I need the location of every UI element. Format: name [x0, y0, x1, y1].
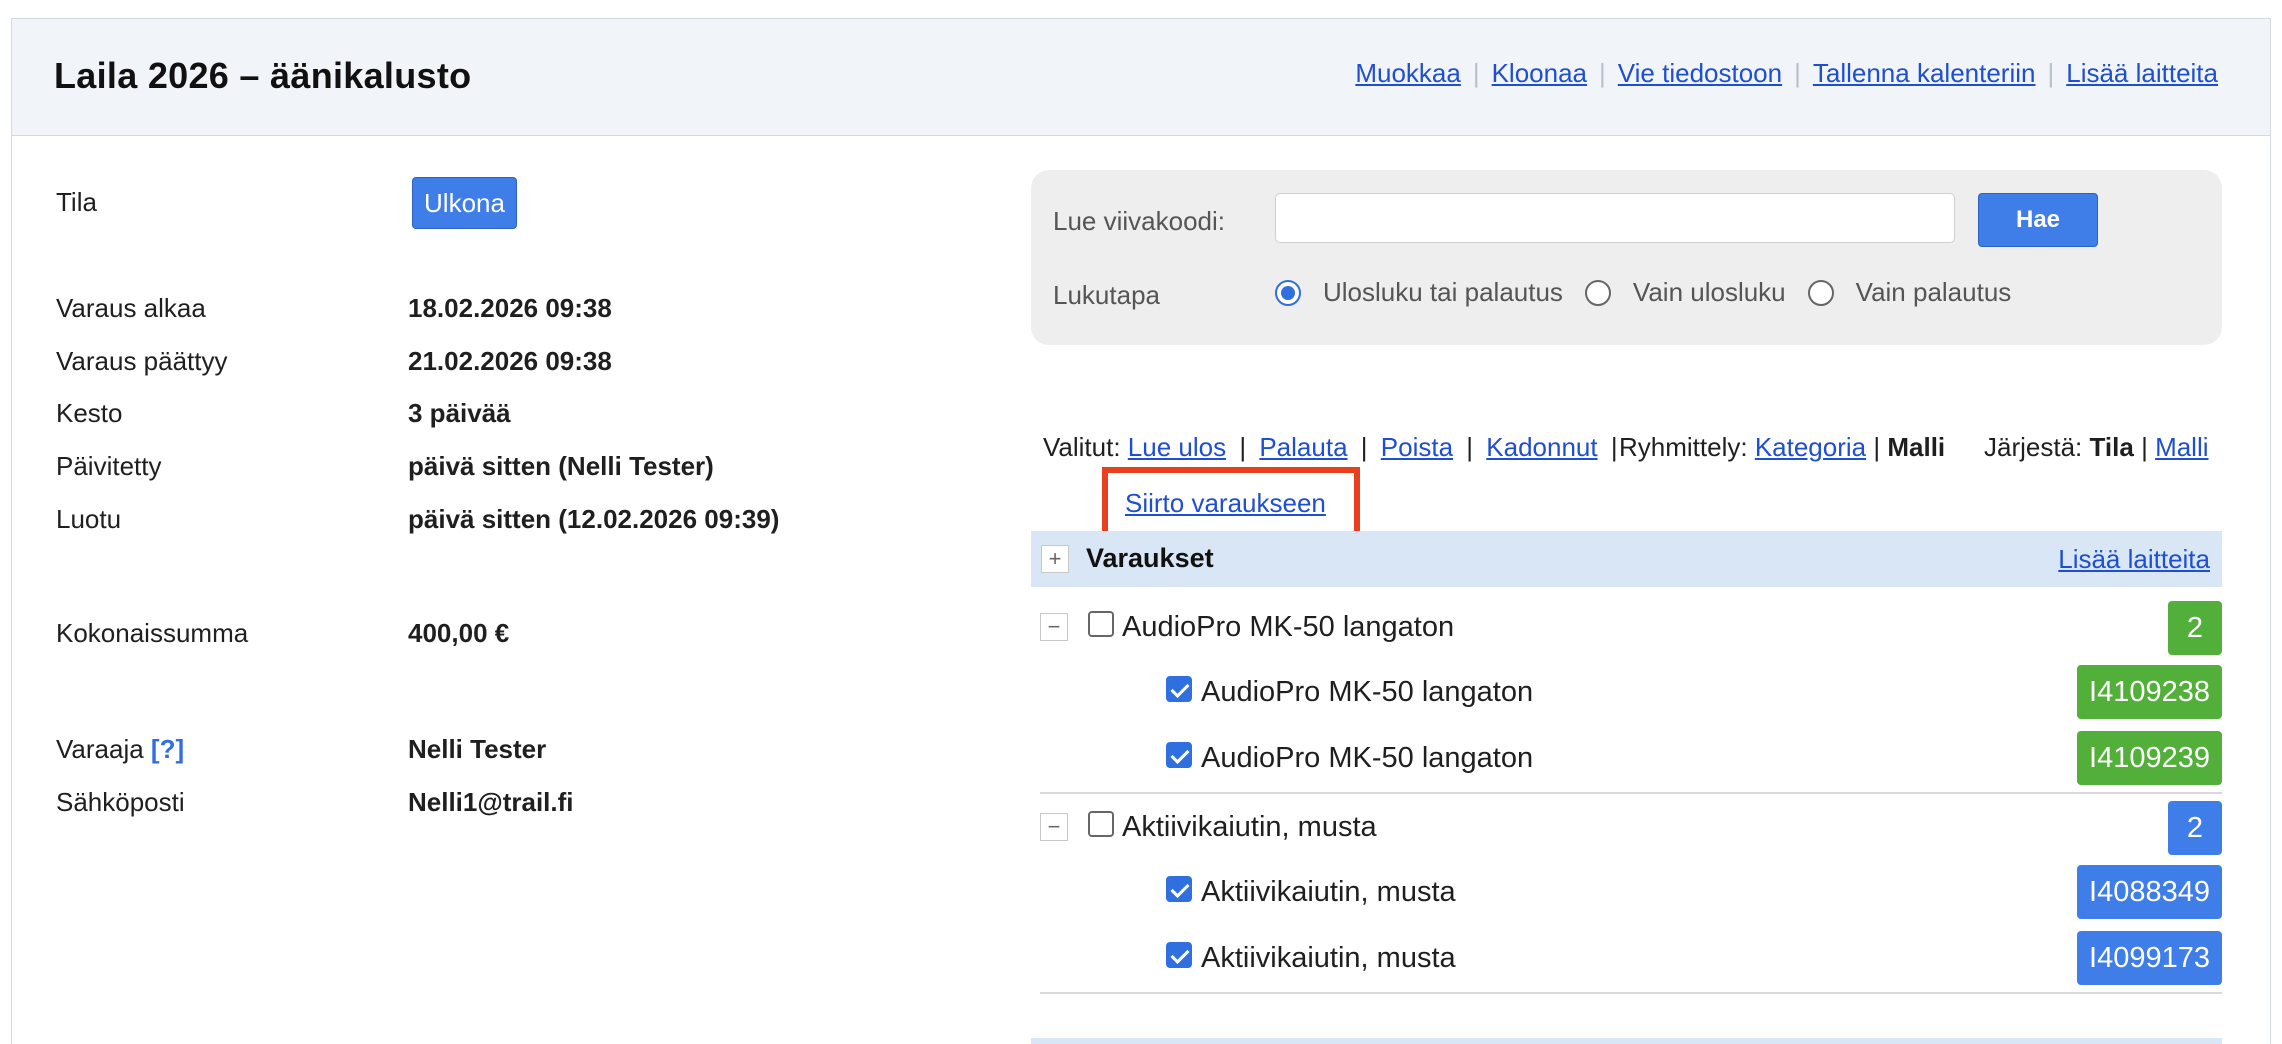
group-by-model-active: Malli: [1887, 432, 1946, 462]
email-label: Sähköposti: [56, 787, 185, 817]
email-value: Nelli1@trail.fi: [408, 787, 574, 817]
item-name: AudioPro MK-50 langaton: [1201, 742, 1534, 774]
updated-label: Päivitetty: [56, 451, 162, 481]
status-label: Tila: [56, 187, 97, 217]
transfer-to-reservation-link[interactable]: Siirto varaukseen: [1125, 488, 1326, 519]
selected-actions: Valitut: Lue ulos | Palauta | Poista | K…: [1043, 432, 1624, 463]
group-row: − Aktiivikaiutin, musta 2: [1040, 794, 2222, 860]
collapse-icon[interactable]: −: [1040, 613, 1068, 641]
checkout-link[interactable]: Lue ulos: [1128, 432, 1226, 462]
collapse-icon[interactable]: −: [1040, 813, 1068, 841]
expand-all-icon[interactable]: +: [1041, 545, 1069, 573]
item-checkbox[interactable]: [1166, 742, 1192, 768]
header-actions: Muokkaa | Kloonaa | Vie tiedostoon | Tal…: [1355, 58, 2218, 89]
grouping-controls: Ryhmittely: Kategoria | Malli: [1619, 432, 1945, 463]
radio-label: Vain ulosluku: [1632, 277, 1786, 307]
item-checkbox[interactable]: [1166, 942, 1192, 968]
radio-label: Ulosluku tai palautus: [1323, 277, 1563, 307]
barcode-input[interactable]: [1275, 193, 1955, 243]
page-title: Laila 2026 – äänikalusto: [54, 55, 472, 96]
divider: [1040, 992, 2222, 994]
item-code-badge[interactable]: I4109239: [2077, 731, 2222, 785]
booker-label-wrap: Varaaja [?]: [56, 734, 184, 765]
total-label: Kokonaissumma: [56, 618, 249, 648]
list-item: Aktiivikaiutin, musta I4088349: [1040, 859, 2222, 925]
duration-label: Kesto: [56, 398, 123, 428]
barcode-label: Lue viivakoodi:: [1053, 206, 1225, 236]
radio-checkout-only[interactable]: [1584, 279, 1611, 306]
next-section-header: [1031, 1038, 2222, 1044]
separator: |: [1472, 58, 1480, 88]
status-badge[interactable]: Ulkona: [412, 177, 517, 229]
item-code-badge[interactable]: I4109238: [2077, 665, 2222, 719]
item-checkbox[interactable]: [1166, 676, 1192, 702]
updated-value: päivä sitten (Nelli Tester): [408, 451, 714, 481]
reservations-header: + Varaukset Lisää laitteita: [1031, 531, 2222, 587]
separator: |: [2141, 432, 2148, 462]
add-devices-link[interactable]: Lisää laitteita: [2058, 544, 2210, 575]
duration-value: 3 päivää: [408, 398, 511, 428]
selected-label: Valitut:: [1043, 432, 1121, 462]
read-mode-radio-group: Ulosluku tai palautus Vain ulosluku Vain…: [1275, 277, 2033, 308]
separator: |: [1239, 432, 1247, 462]
sort-label: Järjestä:: [1984, 432, 2083, 462]
group-row: − AudioPro MK-50 langaton 2: [1040, 594, 2222, 660]
edit-link[interactable]: Muokkaa: [1355, 58, 1461, 89]
item-code-badge[interactable]: I4088349: [2077, 865, 2222, 919]
separator: |: [1599, 58, 1606, 88]
booker-label: Varaaja: [56, 734, 144, 764]
created-label: Luotu: [56, 504, 122, 534]
item-code-badge[interactable]: I4099173: [2077, 931, 2222, 985]
read-mode-label: Lukutapa: [1053, 280, 1160, 310]
item-checkbox[interactable]: [1166, 876, 1192, 902]
export-link[interactable]: Vie tiedostoon: [1618, 58, 1782, 89]
booker-help-link[interactable]: [?]: [151, 734, 184, 764]
booker-value: Nelli Tester: [408, 734, 547, 764]
lost-link[interactable]: Kadonnut: [1486, 432, 1597, 462]
clone-link[interactable]: Kloonaa: [1492, 58, 1587, 89]
list-item: AudioPro MK-50 langaton I4109238: [1040, 659, 2222, 725]
total-value: 400,00 €: [408, 618, 510, 648]
group-by-category-link[interactable]: Kategoria: [1755, 432, 1866, 462]
radio-checkout-or-return[interactable]: [1275, 279, 1301, 306]
list-item: AudioPro MK-50 langaton I4109239: [1040, 725, 2222, 791]
start-value: 18.02.2026 09:38: [408, 293, 612, 323]
delete-link[interactable]: Poista: [1381, 432, 1453, 462]
item-name: Aktiivikaiutin, musta: [1201, 876, 1456, 908]
reservations-title: Varaukset: [1086, 543, 1214, 573]
item-name: AudioPro MK-50 langaton: [1201, 676, 1534, 708]
sorting-controls: Järjestä: Tila | Malli: [1984, 432, 2209, 463]
group-name: AudioPro MK-50 langaton: [1122, 611, 1455, 643]
separator: |: [1466, 432, 1474, 462]
list-item: Aktiivikaiutin, musta I4099173: [1040, 925, 2222, 991]
grouping-label: Ryhmittely:: [1619, 432, 1748, 462]
end-label: Varaus päättyy: [56, 346, 228, 376]
card-header: Laila 2026 – äänikalusto Muokkaa | Kloon…: [12, 19, 2270, 136]
radio-return-only[interactable]: [1807, 279, 1834, 306]
group-checkbox[interactable]: [1088, 611, 1114, 637]
separator: |: [2047, 58, 2055, 88]
count-badge: 2: [2168, 601, 2222, 655]
item-name: Aktiivikaiutin, musta: [1201, 942, 1456, 974]
separator: |: [1794, 58, 1801, 88]
created-value: päivä sitten (12.02.2026 09:39): [408, 504, 780, 534]
return-link[interactable]: Palauta: [1259, 432, 1347, 462]
start-label: Varaus alkaa: [56, 293, 206, 323]
sort-by-model-link[interactable]: Malli: [2155, 432, 2208, 462]
sort-by-status-active: Tila: [2089, 432, 2134, 462]
group-name: Aktiivikaiutin, musta: [1122, 811, 1377, 843]
separator: |: [1610, 432, 1618, 462]
radio-label: Vain palautus: [1855, 277, 2012, 307]
add-devices-header-link[interactable]: Lisää laitteita: [2066, 58, 2218, 89]
group-checkbox[interactable]: [1088, 811, 1114, 837]
barcode-scan-panel: Lue viivakoodi: Hae Lukutapa Ulosluku ta…: [1031, 170, 2222, 345]
separator: |: [1873, 432, 1881, 462]
search-button[interactable]: Hae: [1978, 193, 2098, 247]
save-to-calendar-link[interactable]: Tallenna kalenteriin: [1813, 58, 2036, 89]
end-value: 21.02.2026 09:38: [408, 346, 612, 376]
separator: |: [1360, 432, 1368, 462]
count-badge: 2: [2168, 801, 2222, 855]
